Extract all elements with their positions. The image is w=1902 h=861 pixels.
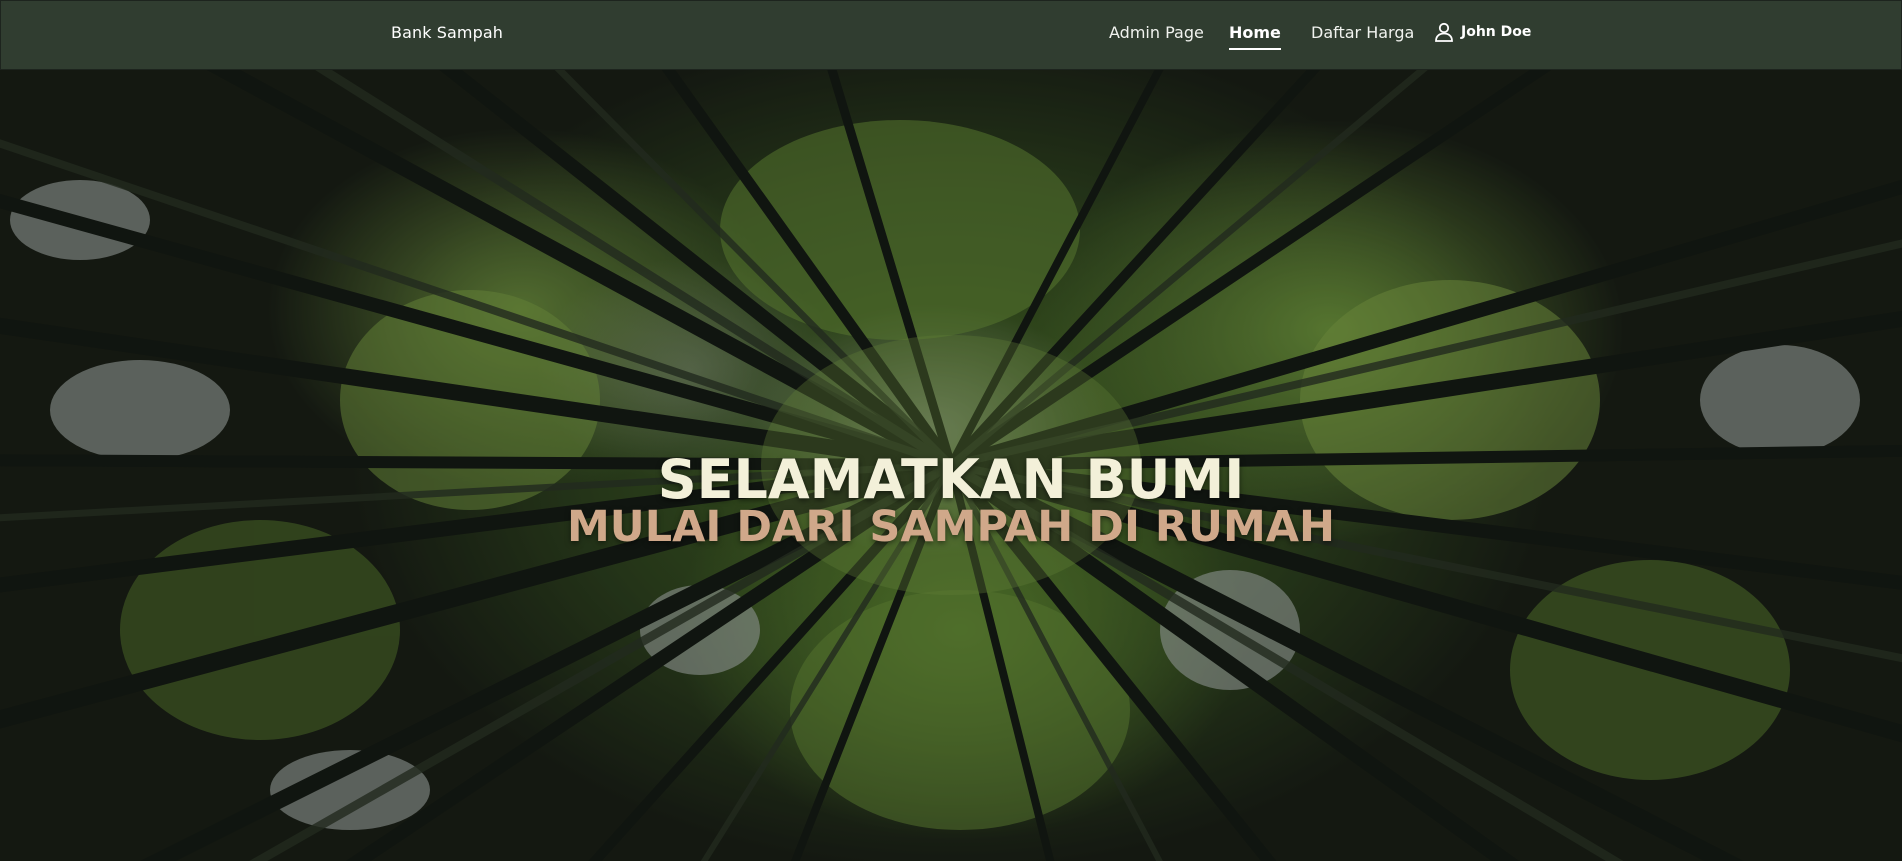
brand-logo-link[interactable]: Bank Sampah	[391, 23, 503, 42]
hero-text-block: SELAMATKAN BUMI MULAI DARI SAMPAH DI RUM…	[0, 448, 1902, 553]
navbar: Bank Sampah Admin Page Home Daftar Harga…	[0, 0, 1902, 70]
user-name: John Doe	[1461, 24, 1532, 40]
hero-title: SELAMATKAN BUMI	[657, 448, 1245, 511]
nav-link-home[interactable]: Home	[1229, 23, 1281, 50]
user-menu-button[interactable]: John Doe	[1433, 21, 1531, 43]
nav-link-daftar-harga[interactable]: Daftar Harga	[1311, 23, 1414, 42]
hero-subtitle: MULAI DARI SAMPAH DI RUMAH	[567, 502, 1335, 552]
user-icon	[1433, 21, 1455, 43]
nav-link-admin-page[interactable]: Admin Page	[1109, 23, 1204, 42]
hero-section: SELAMATKAN BUMI MULAI DARI SAMPAH DI RUM…	[0, 70, 1902, 861]
